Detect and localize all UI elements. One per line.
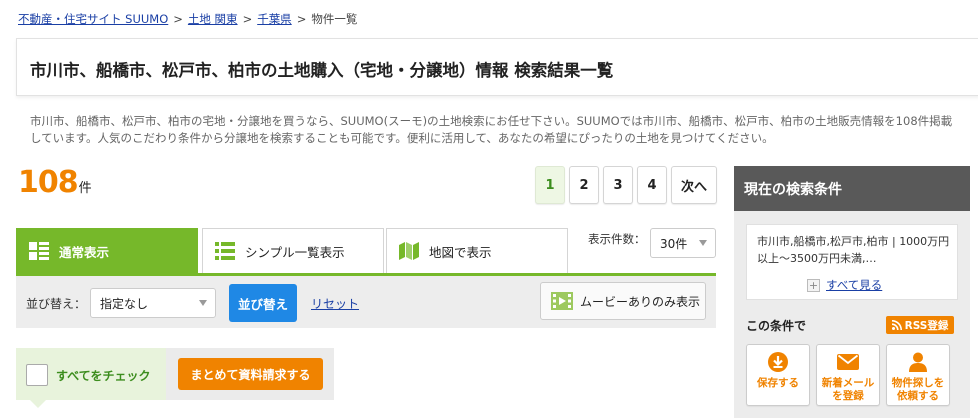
tab-map-view[interactable]: 地図で表示: [386, 228, 568, 273]
rss-button[interactable]: RSS登録: [886, 316, 954, 334]
per-page-select[interactable]: 30件: [650, 228, 716, 258]
page-1-button[interactable]: 1: [535, 166, 565, 204]
breadcrumb-link-chiba[interactable]: 千葉県: [257, 12, 292, 26]
plus-icon: +: [807, 278, 820, 292]
with-conditions-label: この条件で: [746, 319, 807, 333]
tab-normal-view-label: 通常表示: [59, 244, 110, 260]
check-all-checkbox[interactable]: [26, 364, 48, 386]
request-search-label: 物件探しを 依頼する: [891, 377, 945, 402]
conditions-box: 市川市,船橋市,松戸市,柏市 | 1000万円以上～3500万円未満,… + す…: [746, 224, 958, 300]
check-all-label: すべてをチェック: [56, 369, 151, 383]
tab-simple-list-label: シンプル一覧表示: [245, 244, 345, 260]
check-all-area[interactable]: すべてをチェック: [16, 348, 166, 408]
result-count: 108件: [18, 165, 92, 200]
bulk-request-button[interactable]: まとめて資料請求する: [178, 358, 323, 390]
save-conditions-button[interactable]: 保存する: [746, 344, 810, 406]
page-title-box: 市川市、船橋市、松戸市、柏市の土地購入（宅地・分譲地）情報 検索結果一覧: [16, 38, 978, 96]
search-conditions-panel: 現在の検索条件 市川市,船橋市,松戸市,柏市 | 1000万円以上～3500万円…: [734, 166, 970, 418]
sort-button[interactable]: 並び替え: [229, 284, 297, 322]
tab-simple-list-view[interactable]: シンプル一覧表示: [202, 228, 384, 273]
new-mail-button[interactable]: 新着メール を登録: [816, 344, 880, 406]
sort-label: 並び替え：: [26, 297, 87, 311]
breadcrumb-current: 物件一覧: [311, 12, 358, 26]
grid-icon: [29, 242, 49, 260]
tab-map-view-label: 地図で表示: [429, 244, 492, 260]
page-title: 市川市、船橋市、松戸市、柏市の土地購入（宅地・分譲地）情報 検索結果一覧: [30, 61, 614, 80]
rss-icon: [891, 320, 902, 330]
conditions-text: 市川市,船橋市,松戸市,柏市 | 1000万円以上～3500万円未満,…: [757, 235, 950, 265]
breadcrumb-separator: >: [242, 12, 253, 26]
movie-icon: [551, 292, 573, 310]
movie-only-label: ムービーありのみ表示: [580, 294, 701, 309]
mail-icon: [837, 352, 859, 372]
page-3-button[interactable]: 3: [603, 166, 633, 204]
page-4-button[interactable]: 4: [637, 166, 667, 204]
map-icon: [399, 242, 419, 260]
pagination: 1 2 3 4 次へ: [535, 166, 717, 204]
panel-title: 現在の検索条件: [734, 166, 970, 211]
chevron-down-icon: [699, 240, 707, 246]
see-all-link[interactable]: + すべて見る: [807, 277, 882, 293]
per-page-label: 表示件数：: [588, 232, 646, 246]
page-2-button[interactable]: 2: [569, 166, 599, 204]
per-page-value: 30件: [660, 236, 688, 251]
see-all-label: すべて見る: [826, 278, 883, 292]
download-icon: [768, 352, 788, 372]
page-description: 市川市、船橋市、松戸市、柏市の宅地・分譲地を買うなら、SUUMO(スーモ)の土地…: [30, 114, 953, 145]
tab-normal-view[interactable]: 通常表示: [16, 228, 198, 273]
breadcrumb-separator: >: [296, 12, 307, 26]
person-icon: [908, 352, 928, 372]
list-icon: [215, 242, 235, 260]
breadcrumb: 不動産・住宅サイト SUUMO > 土地 関東 > 千葉県 > 物件一覧: [18, 11, 357, 27]
sort-bar: 並び替え： 指定なし 並び替え リセット ムービーありのみ表示: [16, 276, 716, 328]
reset-link[interactable]: リセット: [311, 295, 359, 312]
next-page-button[interactable]: 次へ: [671, 166, 717, 204]
movie-only-button[interactable]: ムービーありのみ表示: [540, 282, 706, 320]
breadcrumb-separator: >: [173, 12, 183, 26]
save-conditions-label: 保存する: [757, 377, 799, 389]
sort-select-value: 指定なし: [100, 296, 149, 311]
bulk-action-bar: すべてをチェック まとめて資料請求する: [16, 348, 334, 408]
notch-decoration: [30, 400, 46, 408]
chevron-down-icon: [199, 300, 207, 306]
result-count-number: 108: [18, 165, 79, 200]
new-mail-label: 新着メール を登録: [821, 377, 875, 402]
rss-label: RSS登録: [904, 319, 949, 332]
result-count-unit: 件: [78, 181, 92, 196]
breadcrumb-link-kanto[interactable]: 土地 関東: [188, 12, 238, 26]
breadcrumb-link-suumo[interactable]: 不動産・住宅サイト SUUMO: [18, 12, 168, 26]
request-search-button[interactable]: 物件探しを 依頼する: [886, 344, 950, 406]
sort-select[interactable]: 指定なし: [90, 288, 216, 318]
